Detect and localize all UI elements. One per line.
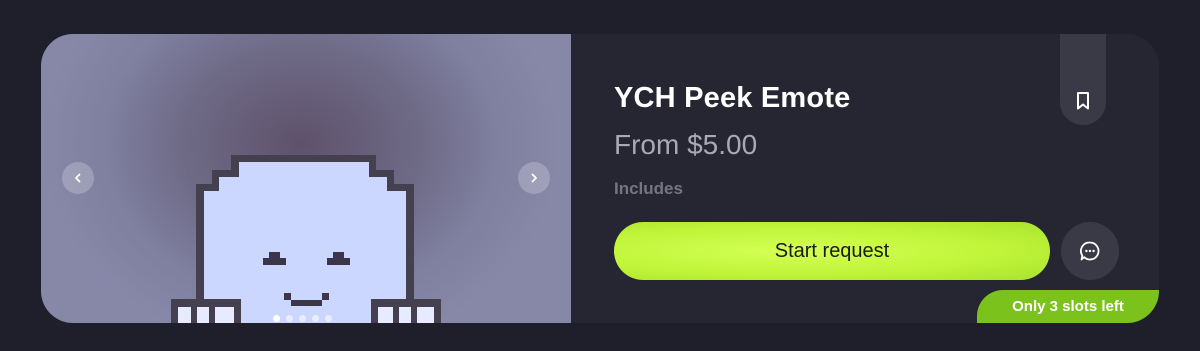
ghost-emote-image	[171, 155, 441, 323]
bookmark-icon	[1077, 92, 1089, 110]
chevron-right-icon	[531, 173, 537, 183]
slots-left-badge: Only 3 slots left	[977, 290, 1159, 323]
listing-details: YCH Peek Emote From $5.00 Includes Start…	[571, 34, 1159, 323]
gallery-dot[interactable]	[325, 315, 332, 322]
image-gallery[interactable]	[41, 34, 571, 323]
gallery-next-button[interactable]	[518, 162, 550, 194]
gallery-pagination	[273, 315, 332, 322]
chat-button[interactable]	[1061, 222, 1119, 280]
gallery-dot[interactable]	[273, 315, 280, 322]
gallery-dot[interactable]	[312, 315, 319, 322]
listing-card: YCH Peek Emote From $5.00 Includes Start…	[41, 34, 1159, 323]
chat-bubble-icon	[1080, 241, 1100, 261]
includes-label: Includes	[614, 179, 683, 198]
listing-title: YCH Peek Emote	[614, 82, 851, 114]
listing-price: From $5.00	[614, 129, 758, 160]
bookmark-button[interactable]	[1060, 34, 1106, 125]
gallery-prev-button[interactable]	[62, 162, 94, 194]
chevron-left-icon	[75, 173, 81, 183]
gallery-dot[interactable]	[286, 315, 293, 322]
gallery-dot[interactable]	[299, 315, 306, 322]
start-request-button[interactable]: Start request	[614, 222, 1050, 280]
